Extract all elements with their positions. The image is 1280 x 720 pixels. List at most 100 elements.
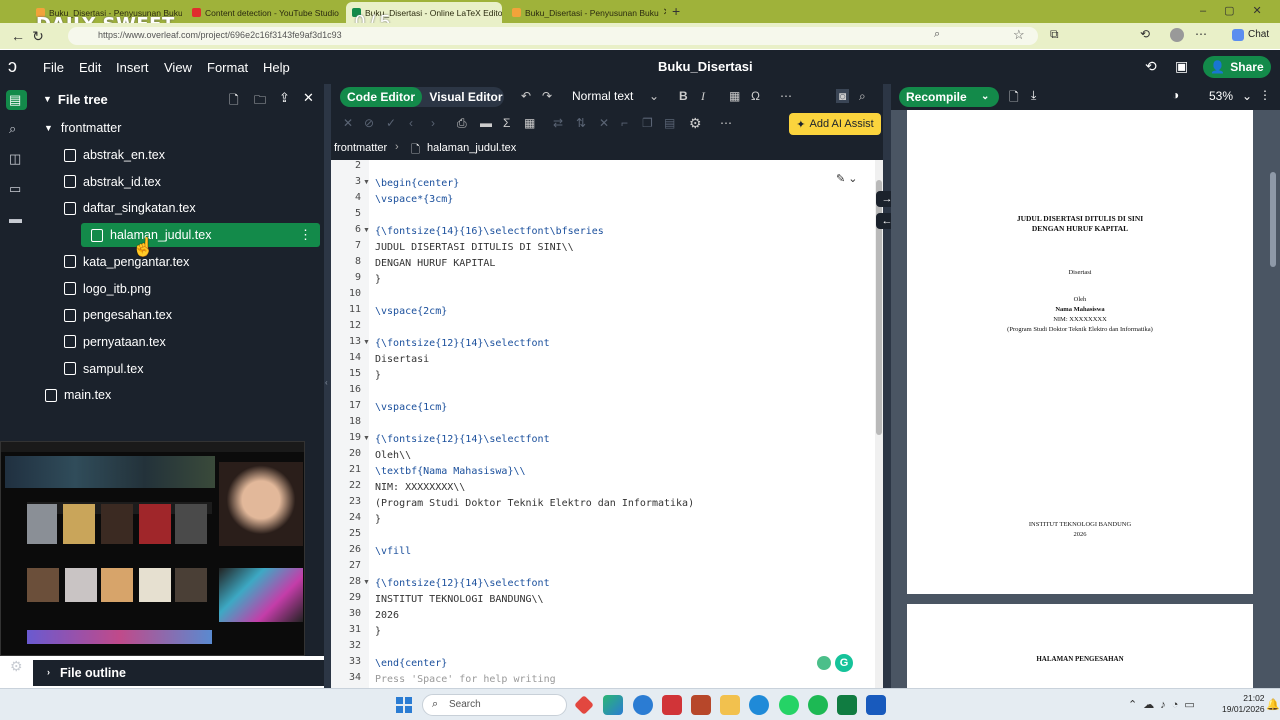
paste-icon[interactable]: ▤ — [664, 116, 675, 130]
close-icon[interactable]: ✕ — [343, 116, 353, 130]
file-item[interactable]: pengesahan.tex — [33, 303, 320, 327]
menu-help[interactable]: Help — [263, 60, 290, 75]
menu-insert[interactable]: Insert — [116, 60, 149, 75]
menu-view[interactable]: View — [164, 60, 192, 75]
window-controls[interactable]: –▢✕ — [1200, 4, 1280, 17]
browser-tab-4[interactable]: Buku_Disertasi - Penyusunan Buku ✕ — [506, 2, 666, 23]
system-tray-icons[interactable]: ⌃☁♪◔▭ — [1128, 698, 1201, 711]
gear-icon[interactable]: ⚙ — [689, 115, 702, 132]
contrast-icon[interactable]: ◑ — [1172, 88, 1179, 102]
fold-icon[interactable]: ▼ — [363, 227, 370, 234]
notification-icon[interactable]: 🔔 — [1266, 698, 1280, 711]
history-icon[interactable]: ⟲ — [1140, 27, 1150, 41]
fold-icon[interactable]: ▼ — [363, 579, 370, 586]
folder-frontmatter[interactable]: ▼ frontmatter — [33, 116, 320, 140]
copilot-icon[interactable] — [603, 695, 623, 715]
whatsapp-icon[interactable] — [779, 695, 799, 715]
new-folder-icon[interactable]: 🗀 — [254, 91, 266, 112]
omega-icon[interactable]: Ω — [751, 89, 760, 103]
undo-icon[interactable]: ↶ — [521, 89, 531, 103]
search-icon[interactable]: ⌕ — [9, 121, 16, 137]
dash-icon[interactable]: ▬ — [480, 116, 492, 130]
gear-icon[interactable]: ⚙ — [10, 658, 23, 675]
reload-icon[interactable]: ↻ — [28, 28, 48, 45]
format-icon[interactable]: ⌐ — [621, 116, 628, 130]
shuffle-icon[interactable]: ⇅ — [576, 116, 586, 130]
math-icon[interactable]: ▦ — [729, 89, 740, 103]
more-icon[interactable]: ⋮ — [299, 227, 312, 243]
video-overlay[interactable] — [0, 441, 305, 656]
code-editor[interactable]: 2 3 ▼ 4 5 6 ▼ 7 8 9 10 11 12 13 ▼ 14 15 16 17 18 19 ▼ 20 21 22 23… — [331, 160, 875, 688]
chevron-down-icon[interactable]: ⌄ — [649, 89, 659, 103]
sigma-icon[interactable]: Σ — [503, 116, 510, 130]
browser-tab-2[interactable]: Content detection - YouTube Studio ✕ — [186, 2, 342, 23]
cross-icon[interactable]: ✕ — [599, 116, 609, 130]
table-icon[interactable]: ▦ — [524, 116, 535, 130]
chevron-left-icon[interactable]: ‹ — [409, 116, 413, 130]
pdf-viewer[interactable]: JUDUL DISERTASI DITULIS DI SINI DENGAN H… — [891, 110, 1280, 688]
more-icon[interactable]: ⋯ — [1195, 27, 1207, 41]
menu-edit[interactable]: Edit — [79, 60, 101, 75]
word-icon[interactable] — [691, 695, 711, 715]
new-file-icon[interactable]: 🗋 — [229, 91, 239, 112]
search-icon[interactable]: ⌕ — [859, 89, 866, 104]
menu-format[interactable]: Format — [207, 60, 248, 75]
share-button[interactable]: 👤 Share — [1203, 56, 1271, 78]
copy-icon[interactable]: ❐ — [642, 116, 653, 130]
review-icon[interactable]: ▭ — [9, 181, 21, 197]
bold-icon[interactable]: B — [679, 89, 688, 103]
office-icon[interactable] — [662, 695, 682, 715]
profile-avatar[interactable] — [1170, 28, 1184, 42]
file-item[interactable]: daftar_singkatan.tex — [33, 196, 320, 220]
breadcrumb-file[interactable]: halaman_judul.tex — [427, 142, 516, 154]
folder-icon[interactable] — [720, 695, 740, 715]
close-icon[interactable]: ✕ — [303, 90, 314, 106]
file-item[interactable]: sampul.tex — [33, 357, 320, 381]
hint-icon[interactable] — [817, 656, 831, 670]
project-title[interactable]: Buku_Disertasi — [658, 59, 753, 74]
file-item[interactable]: logo_itb.png — [33, 277, 320, 301]
recompile-button[interactable]: Recompile ⌄ — [899, 87, 999, 107]
chevron-down-icon[interactable]: ⌄ — [981, 87, 989, 107]
history-icon[interactable]: ⟲ — [1145, 58, 1157, 75]
spotify-icon[interactable] — [808, 695, 828, 715]
reject-icon[interactable]: ⊘ — [364, 116, 374, 130]
file-tree-icon[interactable]: ▤ — [9, 92, 21, 108]
taskbar-search[interactable]: ⌕ Search — [422, 694, 567, 716]
italic-icon[interactable]: I — [701, 89, 705, 104]
chevron-down-icon[interactable]: ⌄ — [1242, 89, 1252, 103]
star-icon[interactable]: ☆ — [1013, 27, 1025, 43]
url-field[interactable]: https://www.overleaf.com/project/696e2c1… — [68, 27, 1038, 45]
editor-scrollbar[interactable] — [875, 160, 883, 688]
copilot-icon[interactable] — [1232, 29, 1244, 41]
overleaf-logo-icon[interactable]: ↄ — [8, 56, 17, 77]
windows-start-icon[interactable] — [396, 697, 412, 713]
editor-mode-toggle[interactable]: Code Editor Visual Editor — [340, 87, 504, 107]
chat-label[interactable]: Chat — [1248, 29, 1269, 40]
more-icon[interactable]: ⋯ — [720, 116, 732, 130]
download-icon[interactable]: ⤓ — [1031, 88, 1036, 103]
check-icon[interactable]: ✓ — [386, 116, 396, 130]
back-icon[interactable]: ← — [8, 28, 28, 44]
file-item[interactable]: halaman_judul.tex ⋮ — [81, 223, 320, 248]
text-style-select[interactable]: Normal text — [572, 89, 633, 103]
spellcheck-icon[interactable]: ◙ — [836, 89, 850, 103]
file-item[interactable]: kata_pengantar.tex — [33, 250, 320, 274]
code-editor-button[interactable]: Code Editor — [340, 87, 422, 107]
more-icon[interactable]: ⋮ — [1259, 88, 1271, 102]
app-icon[interactable] — [574, 695, 594, 715]
browser-icon[interactable] — [749, 695, 769, 715]
print-icon[interactable]: ⎙ — [457, 116, 467, 131]
edge-icon[interactable] — [633, 695, 653, 715]
fold-icon[interactable]: ▼ — [363, 339, 370, 346]
new-tab-icon[interactable]: + — [672, 3, 680, 19]
file-item[interactable]: pernyataan.tex — [33, 330, 320, 354]
file-outline-header[interactable]: › File outline — [33, 660, 324, 686]
visual-editor-button[interactable]: Visual Editor — [428, 87, 504, 107]
panel-divider[interactable]: ‹ — [324, 84, 331, 688]
edit-mode-icon[interactable]: ✎ ⌄ — [836, 172, 858, 185]
chat-icon[interactable]: ▬ — [9, 211, 22, 226]
add-ai-assist-button[interactable]: ✦ Add AI Assist — [789, 113, 881, 135]
file-main-tex[interactable]: main.tex — [33, 383, 320, 407]
redo-icon[interactable]: ↷ — [542, 89, 552, 103]
